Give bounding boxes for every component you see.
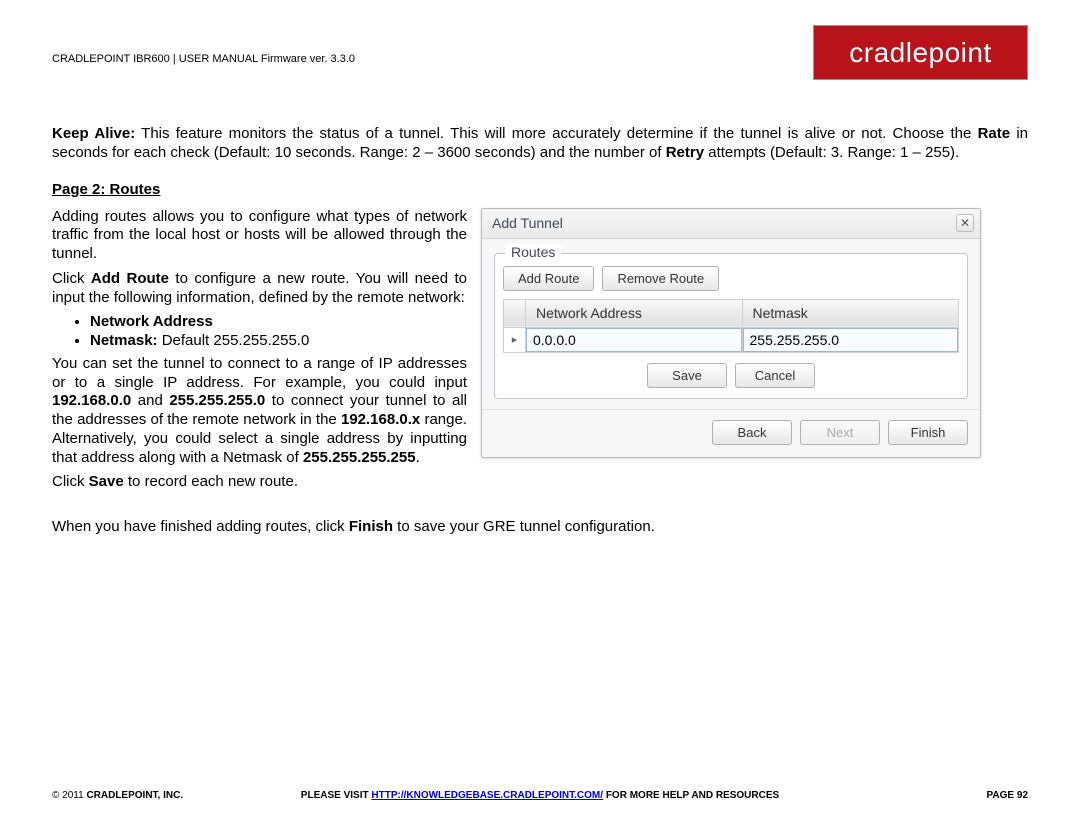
- netmask-input[interactable]: [743, 328, 959, 352]
- routes-desc-1: Adding routes allows you to configure wh…: [52, 208, 467, 264]
- routes-table: Network Address Netmask ▸: [503, 299, 959, 353]
- close-icon[interactable]: ✕: [956, 214, 974, 232]
- row-indicator-icon: ▸: [504, 327, 526, 352]
- routes-legend: Routes: [505, 244, 561, 260]
- footer-center: PLEASE VISIT HTTP://KNOWLEDGEBASE.CRADLE…: [52, 790, 1028, 801]
- dialog-title: Add Tunnel: [492, 215, 563, 231]
- section-title: Page 2: Routes: [52, 181, 1028, 198]
- col-netmask[interactable]: Netmask: [742, 299, 959, 327]
- kb-link[interactable]: HTTP://KNOWLEDGEBASE.CRADLEPOINT.COM/: [371, 790, 603, 801]
- network-address-input[interactable]: [526, 328, 742, 352]
- routes-desc-4: Click Save to record each new route.: [52, 473, 467, 492]
- bullet-netmask: Netmask: Default 255.255.255.0: [90, 332, 467, 351]
- save-button[interactable]: Save: [647, 363, 727, 388]
- bullet-network-address: Network Address: [90, 313, 467, 332]
- routes-desc-3: You can set the tunnel to connect to a r…: [52, 355, 467, 468]
- finish-button[interactable]: Finish: [888, 420, 968, 445]
- col-indicator: [504, 299, 526, 327]
- remove-route-button[interactable]: Remove Route: [602, 266, 719, 291]
- routes-desc-2: Click Add Route to configure a new route…: [52, 270, 467, 308]
- keep-alive-label: Keep Alive:: [52, 125, 135, 142]
- intro-paragraph: Keep Alive: This feature monitors the st…: [52, 125, 1028, 163]
- col-network-address[interactable]: Network Address: [526, 299, 743, 327]
- finish-paragraph: When you have finished adding routes, cl…: [52, 518, 1028, 537]
- back-button[interactable]: Back: [712, 420, 792, 445]
- table-row[interactable]: ▸: [504, 327, 959, 352]
- add-tunnel-dialog: Add Tunnel ✕ Routes Add Route Remove Rou…: [481, 208, 981, 458]
- doc-header: CRADLEPOINT IBR600 | USER MANUAL Firmwar…: [52, 53, 355, 65]
- brand-logo: cradlepoint: [813, 25, 1028, 80]
- next-button: Next: [800, 420, 880, 445]
- cancel-button[interactable]: Cancel: [735, 363, 815, 388]
- add-route-button[interactable]: Add Route: [503, 266, 594, 291]
